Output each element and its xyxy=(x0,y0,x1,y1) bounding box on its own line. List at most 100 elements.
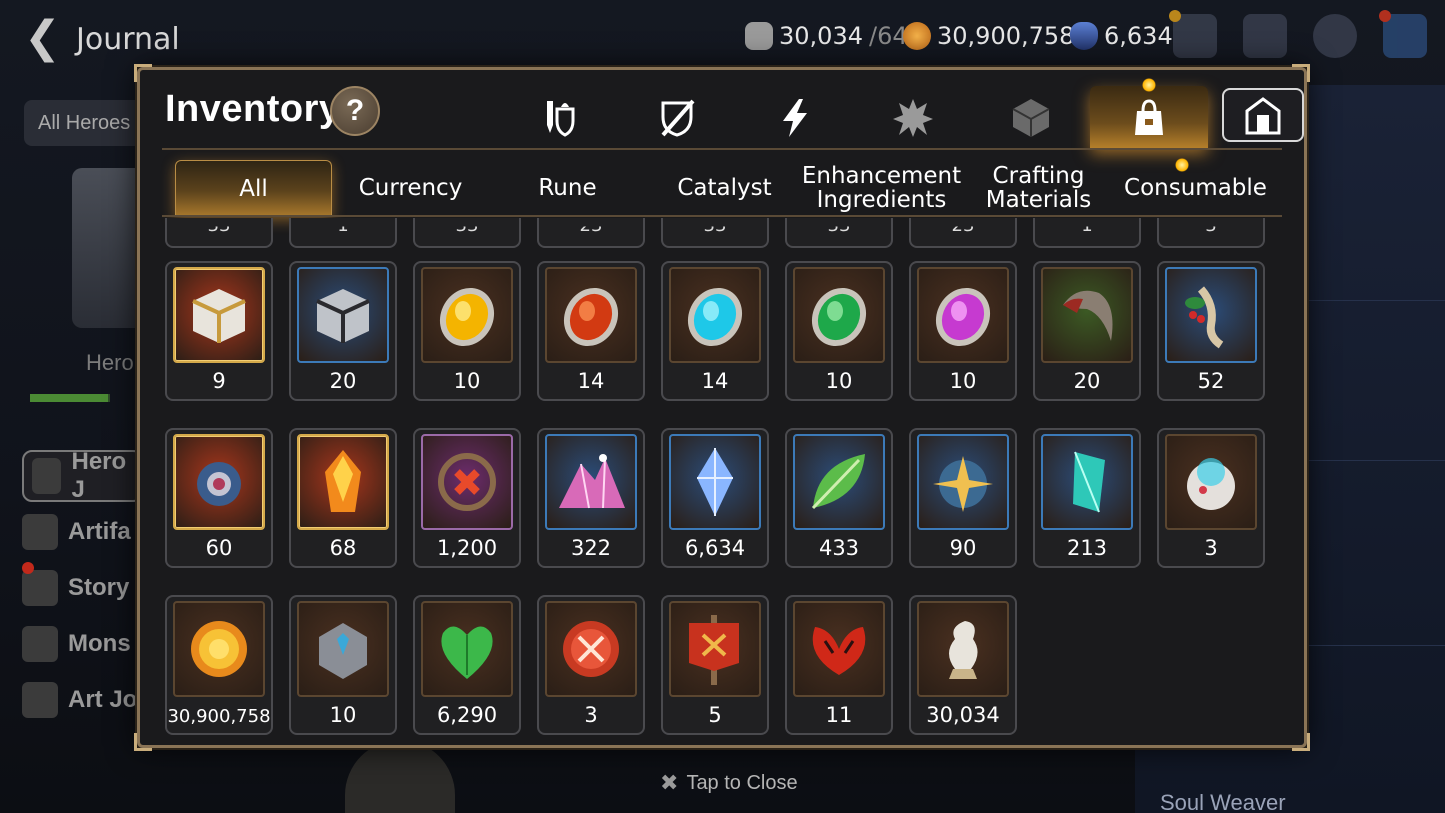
menu-grid-icon[interactable] xyxy=(1379,10,1427,58)
item-slot[interactable]: 10 xyxy=(289,595,397,735)
item-quantity: 52 xyxy=(1197,369,1225,393)
item-slot[interactable]: 6,290 xyxy=(413,595,521,735)
item-slot[interactable]: 1 xyxy=(289,218,397,248)
tab-lightning[interactable] xyxy=(736,86,854,148)
nav-label: Art Jo xyxy=(68,686,138,713)
tab-storage[interactable] xyxy=(1222,88,1304,142)
item-quantity: 10 xyxy=(949,369,977,393)
item-quantity: 33 xyxy=(827,218,851,236)
corner-ornament xyxy=(1292,733,1310,751)
nav-story[interactable]: Story xyxy=(22,562,129,614)
stamina-resource: 30,034/64 xyxy=(745,22,908,50)
nav-art-journal[interactable]: Art Jo xyxy=(22,674,137,726)
item-slot[interactable]: 1,200 xyxy=(413,428,521,568)
help-button[interactable]: ? xyxy=(330,86,380,136)
soul-weaver-label: Soul Weaver xyxy=(1160,790,1286,813)
stamina-value: 30,034 xyxy=(779,22,863,50)
new-indicator xyxy=(1142,78,1156,92)
item-slot[interactable]: 30,034 xyxy=(909,595,1017,735)
item-slot[interactable]: 9 xyxy=(165,261,273,401)
subtab-consumable[interactable]: Consumable xyxy=(1117,158,1274,216)
item-slot[interactable]: 60 xyxy=(165,428,273,568)
item-slot[interactable]: 20 xyxy=(289,261,397,401)
tab-equipment[interactable] xyxy=(500,86,618,148)
item-slot[interactable]: 14 xyxy=(537,261,645,401)
item-slot[interactable]: 10 xyxy=(413,261,521,401)
left-sidebar: All Heroes Hero Hero J Artifa Story Mons… xyxy=(0,80,154,813)
close-icon: ✖ xyxy=(660,770,679,795)
item-slot[interactable]: 33 xyxy=(661,218,769,248)
item-slot[interactable]: 30,900,758 xyxy=(165,595,273,735)
item-slot[interactable]: 33 xyxy=(785,218,893,248)
item-row: 60 68 1,200 322 6,634 433 90 213 3 xyxy=(165,428,1265,568)
item-slot[interactable]: 52 xyxy=(1157,261,1265,401)
gold-value: 30,900,758 xyxy=(937,22,1075,50)
silver-box-icon xyxy=(297,267,389,363)
item-slot[interactable]: 23 xyxy=(537,218,645,248)
item-slot[interactable]: 5 xyxy=(661,595,769,735)
item-quantity: 33 xyxy=(207,218,231,236)
item-slot[interactable]: 20 xyxy=(1033,261,1141,401)
item-slot[interactable]: 322 xyxy=(537,428,645,568)
item-slot[interactable]: 1 xyxy=(1033,218,1141,248)
cube-icon xyxy=(1012,99,1050,137)
item-slot[interactable]: 433 xyxy=(785,428,893,568)
tap-to-close[interactable]: ✖ Tap to Close xyxy=(660,770,798,796)
item-quantity: 30,900,758 xyxy=(167,706,271,727)
item-quantity: 11 xyxy=(825,703,853,727)
inventory-grid[interactable]: 33 1 33 23 33 33 23 1 3 9 20 10 14 14 10 10 20 52 60 68 1,… xyxy=(165,218,1285,738)
item-slot[interactable]: 10 xyxy=(909,261,1017,401)
nav-hero-journal[interactable]: Hero J xyxy=(22,448,143,503)
item-slot[interactable]: 6,634 xyxy=(661,428,769,568)
blue-gem-icon xyxy=(669,434,761,530)
item-slot[interactable]: 3 xyxy=(1157,428,1265,568)
item-slot[interactable]: 33 xyxy=(413,218,521,248)
item-slot[interactable]: 14 xyxy=(661,261,769,401)
gift-icon[interactable] xyxy=(1169,10,1217,58)
item-quantity: 60 xyxy=(205,536,233,560)
subtab-enhancement-ingredients[interactable]: Enhancement Ingredients xyxy=(802,160,961,216)
item-slot[interactable]: 3 xyxy=(537,595,645,735)
yellow-rune-icon xyxy=(421,267,513,363)
subtab-all[interactable]: All xyxy=(175,160,332,216)
item-slot[interactable]: 3 xyxy=(1157,218,1265,248)
nav-artifact[interactable]: Artifa xyxy=(22,506,131,558)
tab-cube[interactable] xyxy=(972,86,1090,148)
tab-no-shield[interactable] xyxy=(618,86,736,148)
all-heroes-dropdown[interactable]: All Heroes xyxy=(24,100,154,146)
lightning-icon xyxy=(783,99,807,137)
subtab-crafting-materials[interactable]: Crafting Materials xyxy=(960,160,1117,216)
item-slot[interactable]: 10 xyxy=(785,261,893,401)
item-quantity: 20 xyxy=(329,369,357,393)
red-petal-icon xyxy=(793,601,885,697)
hero-progress-bar xyxy=(30,394,110,402)
story-icon xyxy=(22,570,58,606)
leaf-icon xyxy=(793,434,885,530)
green-heart-icon xyxy=(421,601,513,697)
item-slot[interactable]: 33 xyxy=(165,218,273,248)
subtab-rune[interactable]: Rune xyxy=(489,160,646,216)
corner-ornament xyxy=(134,733,152,751)
subtab-catalyst[interactable]: Catalyst xyxy=(646,160,803,216)
item-quantity: 5 xyxy=(708,703,722,727)
nav-monster[interactable]: Mons xyxy=(22,618,131,670)
red-box-icon xyxy=(173,267,265,363)
teal-crystal-icon xyxy=(1041,434,1133,530)
item-slot[interactable]: 68 xyxy=(289,428,397,568)
item-slot[interactable]: 213 xyxy=(1033,428,1141,568)
mail-icon[interactable] xyxy=(1243,14,1287,58)
back-icon[interactable]: ❮ xyxy=(24,16,64,60)
chat-icon[interactable] xyxy=(1313,14,1357,58)
item-quantity: 6,290 xyxy=(436,703,498,727)
banner-icon xyxy=(669,601,761,697)
item-quantity: 1,200 xyxy=(436,536,498,560)
tab-catalyst[interactable] xyxy=(854,86,972,148)
emblem-icon xyxy=(421,434,513,530)
item-slot[interactable]: 23 xyxy=(909,218,1017,248)
item-slot[interactable]: 90 xyxy=(909,428,1017,568)
item-quantity: 30,034 xyxy=(926,703,1000,727)
item-slot[interactable]: 11 xyxy=(785,595,893,735)
subtab-currency[interactable]: Currency xyxy=(332,160,489,216)
tab-bag[interactable] xyxy=(1090,78,1208,148)
stamina-icon xyxy=(745,22,773,50)
